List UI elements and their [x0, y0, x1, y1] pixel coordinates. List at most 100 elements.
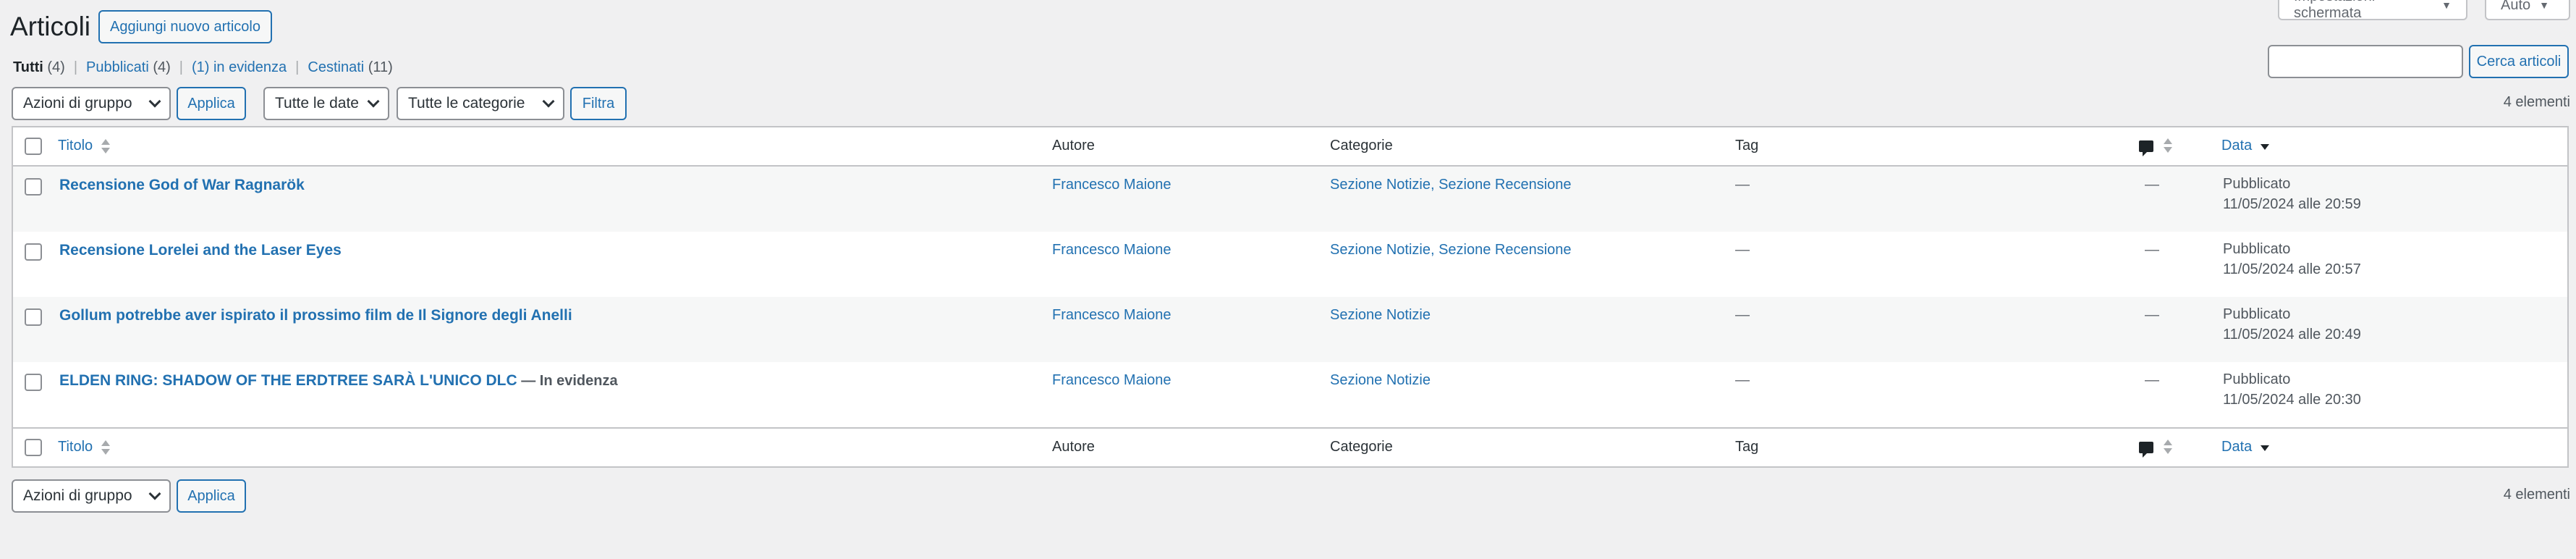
post-title-cell: Gollum potrebbe aver ispirato il prossim…: [59, 307, 572, 324]
column-author: Autore: [1052, 138, 1095, 154]
search-posts-button[interactable]: Cerca articoli: [2469, 45, 2569, 78]
post-title-cell: Recensione God of War Ragnarök: [59, 177, 305, 194]
sort-arrows-icon: [101, 138, 110, 154]
bulk-actions-value: Azioni di gruppo: [23, 95, 132, 112]
post-tags: —: [1735, 242, 1750, 258]
search-posts-label: Cerca articoli: [2476, 53, 2562, 70]
column-date-label: Data: [2221, 439, 2253, 455]
column-categories: Categorie: [1330, 439, 1393, 455]
post-author-link[interactable]: Francesco Maione: [1052, 177, 1172, 193]
table-footer: Titolo Autore Categorie Tag Data: [13, 427, 2567, 466]
apply-button[interactable]: Applica: [177, 87, 246, 120]
date-filter-value: Tutte le date: [275, 95, 359, 112]
post-status-views: Tutti (4) | Pubblicati (4) | (1) in evid…: [13, 59, 393, 76]
table-row: Recensione God of War Ragnarök Francesco…: [13, 167, 2567, 232]
row-checkbox[interactable]: [25, 308, 42, 326]
column-title-sort[interactable]: Titolo: [58, 439, 110, 455]
table-header: Titolo Autore Categorie Tag Data: [13, 127, 2567, 167]
post-tags: —: [1735, 307, 1750, 323]
post-status: Pubblicato: [2223, 306, 2291, 322]
post-date: Pubblicato 11/05/2024 alle 20:49: [2223, 304, 2361, 345]
select-all-checkbox-footer[interactable]: [25, 439, 42, 456]
post-title-link[interactable]: Recensione Lorelei and the Laser Eyes: [59, 242, 342, 259]
column-title-sort[interactable]: Titolo: [58, 138, 110, 154]
comment-bubble-icon: [2139, 442, 2153, 458]
category-filter-select[interactable]: Tutte le categorie: [397, 87, 564, 120]
row-checkbox[interactable]: [25, 243, 42, 261]
auto-tab[interactable]: Auto ▼: [2485, 0, 2570, 20]
post-author-link[interactable]: Francesco Maione: [1052, 307, 1172, 324]
search-input[interactable]: [2268, 45, 2463, 78]
row-checkbox[interactable]: [25, 374, 42, 391]
add-new-post-label: Aggiungi nuovo articolo: [110, 18, 260, 35]
post-date: Pubblicato 11/05/2024 alle 20:30: [2223, 369, 2361, 410]
post-title-link[interactable]: ELDEN RING: SHADOW OF THE ERDTREE SARÀ L…: [59, 372, 517, 389]
sort-arrows-icon: [2164, 138, 2172, 154]
date-filter-select[interactable]: Tutte le date: [263, 87, 389, 120]
post-datetime: 11/05/2024 alle 20:49: [2223, 327, 2361, 342]
sort-desc-icon: [2260, 440, 2269, 455]
column-date-label: Data: [2221, 138, 2253, 154]
column-tags: Tag: [1735, 439, 1759, 455]
apply-button-bottom[interactable]: Applica: [177, 479, 246, 513]
chevron-down-icon: [367, 95, 380, 108]
column-categories: Categorie: [1330, 138, 1393, 154]
post-categories-link[interactable]: Sezione Notizie: [1330, 307, 1431, 324]
add-new-post-button[interactable]: Aggiungi nuovo articolo: [98, 10, 272, 43]
post-datetime: 11/05/2024 alle 20:57: [2223, 261, 2361, 277]
column-date-sort[interactable]: Data: [2221, 138, 2269, 154]
column-author: Autore: [1052, 439, 1095, 455]
table-row: Gollum potrebbe aver ispirato il prossim…: [13, 297, 2567, 362]
posts-table: Titolo Autore Categorie Tag Data Recensi…: [12, 126, 2569, 468]
view-trash[interactable]: Cestinati (11): [308, 59, 392, 76]
items-count-top: 4 elementi: [2503, 94, 2570, 110]
post-categories-link[interactable]: Sezione Notizie, Sezione Recensione: [1330, 177, 1572, 193]
bulk-actions-select-bottom[interactable]: Azioni di gruppo: [12, 479, 171, 513]
post-state-sticky: — In evidenza: [521, 373, 618, 389]
bulk-actions-select[interactable]: Azioni di gruppo: [12, 87, 171, 120]
screen-options-label: Impostazioni schermata: [2294, 0, 2375, 21]
view-sticky[interactable]: (1) in evidenza: [192, 59, 287, 76]
chevron-down-icon: [148, 95, 161, 108]
column-comments-sort[interactable]: [2139, 439, 2182, 458]
view-all[interactable]: Tutti (4): [13, 59, 65, 76]
table-row: ELDEN RING: SHADOW OF THE ERDTREE SARÀ L…: [13, 362, 2567, 427]
post-author-link[interactable]: Francesco Maione: [1052, 372, 1172, 389]
chevron-down-icon: [542, 95, 555, 108]
caret-down-icon: ▼: [2539, 0, 2550, 11]
caret-down-icon: ▼: [2441, 0, 2452, 11]
chevron-down-icon: [148, 487, 161, 500]
select-all-checkbox[interactable]: [25, 138, 42, 155]
post-categories-link[interactable]: Sezione Notizie: [1330, 372, 1431, 389]
post-title-cell: ELDEN RING: SHADOW OF THE ERDTREE SARÀ L…: [59, 372, 618, 390]
column-date-sort[interactable]: Data: [2221, 439, 2269, 455]
table-row: Recensione Lorelei and the Laser Eyes Fr…: [13, 232, 2567, 297]
post-comments: —: [2145, 242, 2159, 258]
apply-label: Applica: [187, 95, 235, 112]
post-status: Pubblicato: [2223, 371, 2291, 387]
post-date: Pubblicato 11/05/2024 alle 20:59: [2223, 174, 2361, 214]
sort-desc-icon: [2260, 138, 2269, 154]
bulk-actions-value: Azioni di gruppo: [23, 487, 132, 504]
post-title-link[interactable]: Gollum potrebbe aver ispirato il prossim…: [59, 307, 572, 324]
post-author-link[interactable]: Francesco Maione: [1052, 242, 1172, 259]
post-title-link[interactable]: Recensione God of War Ragnarök: [59, 177, 305, 193]
sort-arrows-icon: [2164, 439, 2172, 455]
column-comments-sort[interactable]: [2139, 138, 2182, 156]
post-comments: —: [2145, 177, 2159, 193]
view-published[interactable]: Pubblicati (4): [86, 59, 171, 76]
column-title-label: Titolo: [58, 439, 93, 455]
category-filter-value: Tutte le categorie: [408, 95, 525, 112]
column-tags: Tag: [1735, 138, 1759, 154]
post-datetime: 11/05/2024 alle 20:59: [2223, 196, 2361, 212]
post-status: Pubblicato: [2223, 241, 2291, 257]
column-title-label: Titolo: [58, 138, 93, 154]
post-comments: —: [2145, 307, 2159, 323]
filter-button[interactable]: Filtra: [570, 87, 627, 120]
screen-options-tab[interactable]: Impostazioni schermata ▼: [2278, 0, 2467, 21]
comment-bubble-icon: [2139, 140, 2153, 156]
post-categories-link[interactable]: Sezione Notizie, Sezione Recensione: [1330, 242, 1572, 259]
auto-label: Auto: [2501, 0, 2531, 13]
row-checkbox[interactable]: [25, 178, 42, 196]
post-comments: —: [2145, 372, 2159, 388]
